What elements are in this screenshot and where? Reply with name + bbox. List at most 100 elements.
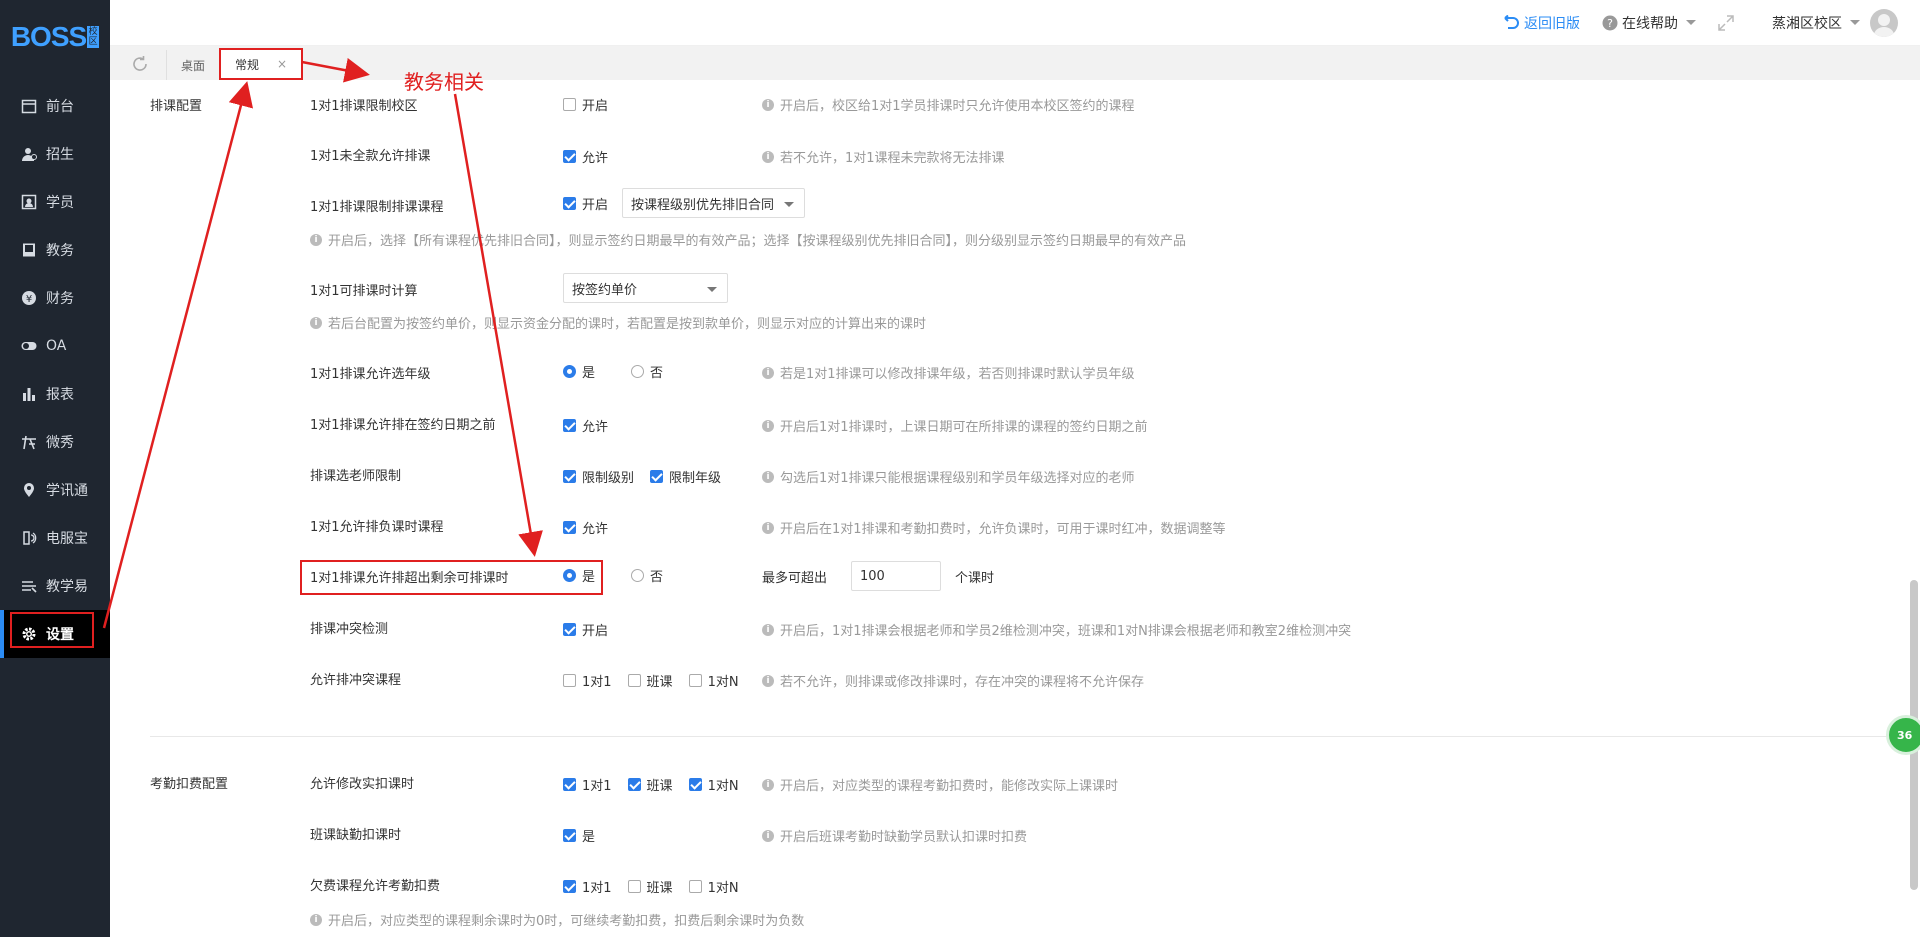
one-to-n-checkbox[interactable]: 1对N <box>688 877 739 896</box>
option-label: 开启 <box>582 624 609 639</box>
info-icon: i <box>762 623 774 636</box>
top-bar: 返回旧版 ? 在线帮助 蒸湘区校区 <box>110 0 1920 46</box>
tab-desktop[interactable]: 桌面 <box>166 50 219 80</box>
yes-radio[interactable]: 是 <box>563 362 595 381</box>
hint-label: 开启后，选择【所有课程优先排旧合同】，则显示签约日期最早的有效产品；选择【按课程… <box>328 234 1187 249</box>
sidebar-item-label: 教务 <box>46 243 74 259</box>
option-label: 班课 <box>646 675 673 690</box>
sidebar-item-11[interactable]: 教学易 <box>0 562 110 610</box>
class-checkbox[interactable]: 班课 <box>627 877 673 896</box>
close-icon[interactable]: × <box>277 57 287 71</box>
tab-bar: 桌面 常规 × <box>110 46 1920 80</box>
chevron-down-icon <box>1850 20 1860 25</box>
info-icon: i <box>310 233 322 246</box>
checkbox-box <box>563 419 576 432</box>
refresh-button[interactable] <box>124 48 156 80</box>
sidebar-item-4[interactable]: 教务 <box>0 226 110 274</box>
enable-checkbox[interactable]: 开启 <box>563 95 608 114</box>
info-icon: i <box>310 316 322 329</box>
checkbox-box <box>563 521 576 534</box>
option-label: 1对1 <box>582 881 612 896</box>
sidebar-item-label: 前台 <box>46 99 74 115</box>
one-to-n-checkbox[interactable]: 1对N <box>688 775 739 794</box>
sidebar-item-10[interactable]: 电服宝 <box>0 514 110 562</box>
logo[interactable]: BOSS 校区 <box>0 0 110 74</box>
class-checkbox[interactable]: 班课 <box>627 671 673 690</box>
sidebar-item-label: OA <box>46 338 67 354</box>
option-label: 限制级别 <box>582 471 635 486</box>
checkbox-box <box>563 98 576 111</box>
hint-text: i 若是1对1排课可以修改排课年级，若否则排课时默认学员年级 <box>762 363 1135 382</box>
fullscreen-button[interactable] <box>1718 14 1734 31</box>
sidebar-item-1[interactable]: 前台 <box>0 82 110 130</box>
max-exceed-label: 最多可超出 <box>762 570 828 586</box>
sidebar-item-3[interactable]: 学员 <box>0 178 110 226</box>
online-help-label: 在线帮助 <box>1622 15 1678 32</box>
row-label: 1对1排课允许选年级 <box>310 367 431 382</box>
floating-badge[interactable]: 36 <box>1886 715 1920 755</box>
one-on-one-checkbox[interactable]: 1对1 <box>563 775 612 794</box>
info-icon: i <box>762 470 774 483</box>
sidebar-item-9[interactable]: 学讯通 <box>0 466 110 514</box>
campus-dropdown[interactable]: 蒸湘区校区 <box>1772 8 1898 37</box>
sidebar-item-5[interactable]: ¥ 财务 <box>0 274 110 322</box>
row-label: 班课缺勤扣课时 <box>310 828 402 843</box>
option-label: 班课 <box>646 779 673 794</box>
radio-circle <box>631 569 645 582</box>
hint-label: 开启后在1对1排课和考勤扣费时，允许负课时，可用于课时红冲，数据调整等 <box>780 522 1226 537</box>
class-checkbox[interactable]: 班课 <box>627 775 673 794</box>
max-exceed-input[interactable]: 100 <box>851 561 942 591</box>
hint-label: 开启后，校区给1对1学员排课时只允许使用本校区签约的课程 <box>780 99 1135 114</box>
sidebar-item-2[interactable]: 招生 <box>0 130 110 178</box>
one-on-one-checkbox[interactable]: 1对1 <box>563 877 612 896</box>
hour-calc-select[interactable]: 按签约单价 <box>563 273 728 303</box>
info-icon: i <box>762 829 774 842</box>
allow-checkbox[interactable]: 允许 <box>563 147 608 166</box>
info-icon: i <box>762 674 774 687</box>
annotation-text: 教务相关 <box>404 70 484 94</box>
svg-text:?: ? <box>1607 17 1613 30</box>
hint-text: i 若不允许，1对1课程未完款将无法排课 <box>762 147 1005 166</box>
back-old-version-link[interactable]: 返回旧版 <box>1504 13 1580 33</box>
limit-grade-checkbox[interactable]: 限制年级 <box>650 467 721 486</box>
sidebar-item-8[interactable]: 微秀 <box>0 418 110 466</box>
online-help-dropdown[interactable]: ? 在线帮助 <box>1602 13 1696 33</box>
one-to-n-checkbox[interactable]: 1对N <box>688 671 739 690</box>
annotation-box-option <box>300 560 603 595</box>
enable-checkbox[interactable]: 开启 <box>563 620 608 639</box>
one-on-one-checkbox[interactable]: 1对1 <box>563 671 612 690</box>
info-icon: i <box>762 778 774 791</box>
no-radio[interactable]: 否 <box>631 566 663 585</box>
row-label: 1对1可排课时计算 <box>310 284 418 299</box>
section-attendance-label: 考勤扣费配置 <box>150 777 229 792</box>
sidebar-item-7[interactable]: 报表 <box>0 370 110 418</box>
logo-badge: 校区 <box>87 26 100 48</box>
row-label: 1对1允许排负课时课程 <box>310 520 444 535</box>
no-radio[interactable]: 否 <box>631 362 663 381</box>
allow-checkbox[interactable]: 允许 <box>563 518 608 537</box>
checkbox-box <box>563 674 576 687</box>
campus-label: 蒸湘区校区 <box>1772 15 1842 32</box>
option-label: 班课 <box>646 881 673 896</box>
toggle-icon <box>20 337 38 355</box>
enable-checkbox[interactable]: 开启 <box>563 194 608 213</box>
hint-text: i 开启后，选择【所有课程优先排旧合同】，则显示签约日期最早的有效产品；选择【按课… <box>310 230 1186 249</box>
row-label: 允许修改实扣课时 <box>310 777 415 792</box>
limit-level-checkbox[interactable]: 限制级别 <box>563 467 634 486</box>
allow-checkbox[interactable]: 允许 <box>563 416 608 435</box>
avatar[interactable] <box>1870 8 1898 37</box>
sidebar-item-label: 报表 <box>46 387 74 403</box>
sidebar-item-6[interactable]: OA <box>0 322 110 370</box>
sidebar-item-label: 学员 <box>46 195 74 211</box>
option-label: 允许 <box>582 151 609 166</box>
info-icon: i <box>762 150 774 163</box>
logo-text: BOSS <box>10 21 87 52</box>
hint-text: i 开启后班课考勤时缺勤学员默认扣课时扣费 <box>762 826 1027 845</box>
hint-label: 开启后，1对1排课会根据老师和学员2维检测冲突，班课和1对N排课会根据老师和教室… <box>780 624 1352 639</box>
yes-checkbox[interactable]: 是 <box>563 826 595 845</box>
schedule-priority-select[interactable]: 按课程级别优先排旧合同 <box>622 188 806 218</box>
tab-general[interactable]: 常规 × <box>219 48 304 80</box>
svg-text:¥: ¥ <box>26 294 32 305</box>
hint-text: i 开启后1对1排课时，上课日期可在所排课的课程的签约日期之前 <box>762 416 1148 435</box>
checkbox-box <box>563 778 576 791</box>
